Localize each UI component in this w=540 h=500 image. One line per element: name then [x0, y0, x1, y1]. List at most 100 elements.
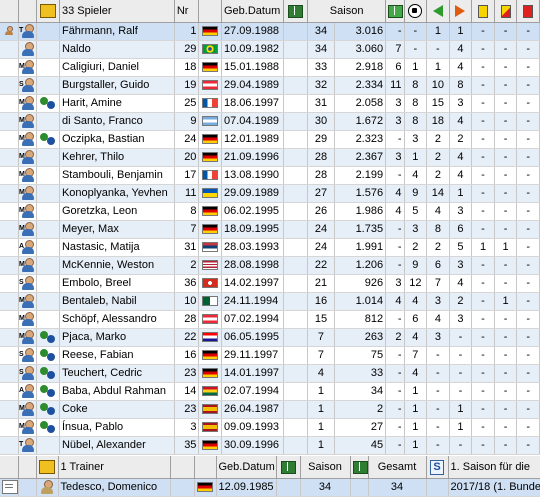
player-name[interactable]: Fährmann, Ralf — [59, 22, 175, 41]
trainer-first-season: 2017/18 (1. Bundesliga) — [448, 478, 540, 497]
player-name[interactable]: Caligiuri, Daniel — [59, 58, 175, 77]
player-goals: - — [385, 166, 405, 185]
player-name[interactable]: Oczipka, Bastian — [59, 130, 175, 149]
player-name[interactable]: Pjaca, Marko — [59, 328, 175, 347]
player-row[interactable]: M Konoplyanka, Yevhen 11 29.09.1989 27 1.576 4… — [0, 184, 540, 203]
player-name[interactable]: McKennie, Weston — [59, 256, 175, 275]
header-number[interactable]: Nr — [174, 0, 200, 23]
player-name[interactable]: Baba, Abdul Rahman — [59, 382, 175, 401]
player-row[interactable]: A Nastasic, Matija 31 28.03.1993 24 1.991-2 2 5… — [0, 238, 540, 257]
player-name[interactable]: Schöpf, Alessandro — [59, 310, 175, 329]
player-row[interactable]: S Embolo, Breel 36 14.02.1997 21 926 3 12 7 4- - - — [0, 274, 540, 293]
row-marker — [0, 292, 19, 311]
trainer-header-team-icon[interactable] — [36, 456, 59, 479]
transfer-icon — [36, 166, 60, 185]
header-sub-out-arrow-icon[interactable] — [449, 0, 473, 23]
player-row[interactable]: M Meyer, Max 7 18.09.1995 24 1.735-3 8 6- - - — [0, 220, 540, 239]
header-sort-cell[interactable] — [0, 0, 19, 23]
trainer-count[interactable]: 1 Trainer — [58, 456, 171, 479]
player-name[interactable]: di Santo, Franco — [59, 112, 175, 131]
player-row[interactable]: M Stambouli, Benjamin 17 13.08.1990 28 2.199-… — [0, 166, 540, 185]
header-red-card-icon[interactable] — [516, 0, 540, 23]
header-player-count[interactable]: 33 Spieler — [59, 0, 175, 23]
header-season[interactable]: Saison — [307, 0, 387, 23]
transfer-icon — [36, 40, 60, 59]
player-goals: - — [385, 346, 405, 365]
trainer-header-total[interactable]: Gesamt — [368, 456, 427, 479]
player-name[interactable]: Coke — [59, 400, 175, 419]
header-minutes-icon[interactable] — [385, 0, 405, 23]
player-name[interactable]: Burgstaller, Guido — [59, 76, 175, 95]
trainer-header-blank-4[interactable] — [194, 456, 217, 479]
player-row[interactable]: S Burgstaller, Guido 19 29.04.1989 32 2.334 11… — [0, 76, 540, 95]
player-row[interactable]: A Baba, Abdul Rahman 14 02.07.1994 1 34-1- - - -… — [0, 382, 540, 401]
player-row[interactable]: M McKennie, Weston 2 28.08.1998 22 1.206-9 6 3-… — [0, 256, 540, 275]
player-name[interactable]: Bentaleb, Nabil — [59, 292, 175, 311]
player-row[interactable]: M Bentaleb, Nabil 10 24.11.1994 16 1.014 4 4 3 2-… — [0, 292, 540, 311]
player-name[interactable]: Nastasic, Matija — [59, 238, 175, 257]
player-row[interactable]: M Kehrer, Thilo 20 21.09.1996 28 2.367 3 1 2 4- - - — [0, 148, 540, 167]
trainer-header-s-icon[interactable]: S — [426, 456, 449, 479]
header-team-icon[interactable] — [36, 0, 60, 23]
header-dob[interactable]: Geb.Datum — [221, 0, 284, 23]
player-flag-icon — [198, 238, 222, 257]
player-sub-out: - — [449, 364, 473, 383]
player-row[interactable]: M Pjaca, Marko 22 06.05.1995 7 263 2 4 3- - - - — [0, 328, 540, 347]
header-transfer-cell[interactable] — [18, 0, 38, 23]
player-name[interactable]: Kehrer, Thilo — [59, 148, 175, 167]
player-row[interactable]: M Goretzka, Leon 8 06.02.1995 26 1.986 4 5 4 3- - - — [0, 202, 540, 221]
player-name[interactable]: Stambouli, Benjamin — [59, 166, 175, 185]
header-yellow-red-card-icon[interactable] — [494, 0, 518, 23]
player-yellow-red: - — [494, 328, 518, 347]
player-flag-icon — [198, 148, 222, 167]
trainer-name[interactable]: Tedesco, Domenico — [58, 478, 171, 497]
player-name[interactable]: Teuchert, Cedric — [59, 364, 175, 383]
header-sub-in-arrow-icon[interactable] — [426, 0, 450, 23]
header-goal-ball-icon[interactable] — [404, 0, 428, 23]
player-row[interactable]: M Harit, Amine 25 18.06.1997 31 2.058 3 8 15 3- - - — [0, 94, 540, 113]
player-name[interactable]: Reese, Fabian — [59, 346, 175, 365]
player-flag-icon — [198, 436, 222, 455]
player-row[interactable]: M Caligiuri, Daniel 18 15.01.1988 33 2.918 6 1 1… — [0, 58, 540, 77]
trainer-header-first-season[interactable]: 1. Saison für die — [448, 456, 540, 479]
header-pitch-icon[interactable] — [283, 0, 309, 23]
trainer-header-blank-3[interactable] — [170, 456, 195, 479]
player-minutes: 812 — [334, 310, 387, 329]
player-name[interactable]: Nübel, Alexander — [59, 436, 175, 455]
player-name[interactable]: Naldo — [59, 40, 175, 59]
player-sub-out: 4 — [449, 40, 473, 59]
player-minutes: 263 — [334, 328, 387, 347]
player-sub-in: 4 — [426, 202, 450, 221]
trainer-header-pitch-icon-2[interactable] — [350, 456, 369, 479]
player-name[interactable]: Konoplyanka, Yevhen — [59, 184, 175, 203]
player-row[interactable]: T Nübel, Alexander 35 30.09.1996 1 45-1- - - - - — [0, 436, 540, 455]
player-name[interactable]: Ínsua, Pablo — [59, 418, 175, 437]
player-row[interactable]: Mdi Santo, Franco 9 07.04.1989 30 1.672 3 8 18 4… — [0, 112, 540, 131]
player-row[interactable]: M Coke 23 26.04.1987 1 2-1-1- - - — [0, 400, 540, 419]
player-row[interactable]: M Schöpf, Alessandro 28 07.02.1994 15 812-6 4 3… — [0, 310, 540, 329]
trainer-header-blank[interactable] — [0, 456, 19, 479]
player-name[interactable]: Harit, Amine — [59, 94, 175, 113]
header-yellow-card-icon[interactable] — [471, 0, 495, 23]
trainer-header-pitch-icon[interactable] — [276, 456, 301, 479]
player-name[interactable]: Meyer, Max — [59, 220, 175, 239]
player-appearances: 1 — [307, 400, 335, 419]
player-row[interactable]: T Fährmann, Ralf 1 27.09.1988 34 3.016- -1 1- - - — [0, 22, 540, 41]
row-marker — [0, 40, 19, 59]
player-row[interactable]: M Ínsua, Pablo 3 09.09.1993 1 27-1-1- - - — [0, 418, 540, 437]
trainer-row[interactable]: Tedesco, Domenico 12.09.1985 34 34 2017/… — [0, 478, 540, 497]
trainer-header-blank-2[interactable] — [18, 456, 37, 479]
player-row[interactable]: M Oczipka, Bastian 24 12.01.1989 29 2.323-3 2 2… — [0, 130, 540, 149]
player-sub-out: 4 — [449, 148, 473, 167]
player-row[interactable]: S Reese, Fabian 16 29.11.1997 7 75-7- - - - - — [0, 346, 540, 365]
player-red: - — [516, 220, 540, 239]
header-flag-col[interactable] — [198, 0, 222, 23]
player-name[interactable]: Embolo, Breel — [59, 274, 175, 293]
player-row[interactable]: Naldo 29 10.09.1982 34 3.060 7- -4- - - — [0, 40, 540, 59]
trainer-header-season[interactable]: Saison — [300, 456, 351, 479]
player-yellow: - — [471, 328, 495, 347]
trainer-header-dob[interactable]: Geb.Datum — [216, 456, 277, 479]
player-row[interactable]: S Teuchert, Cedric 23 14.01.1997 4 33-4- - - - - — [0, 364, 540, 383]
trainer-notes-icon[interactable] — [0, 478, 19, 497]
player-name[interactable]: Goretzka, Leon — [59, 202, 175, 221]
